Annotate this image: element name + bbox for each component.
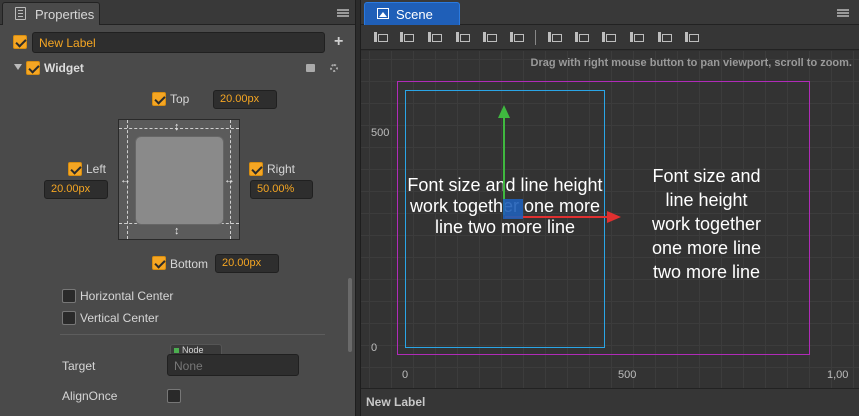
top-checkbox[interactable] xyxy=(152,92,166,106)
y-axis-label: 500 xyxy=(371,127,390,139)
scene-tabbar: Scene xyxy=(361,0,859,25)
scene-image-icon xyxy=(377,8,389,19)
move-gizmo-x-arrow-icon[interactable] xyxy=(607,211,621,223)
help-book-icon[interactable] xyxy=(306,64,315,72)
widget-enabled-checkbox[interactable] xyxy=(26,61,40,75)
properties-icon xyxy=(15,7,26,20)
label-text-overflow: Font size and line height work together … xyxy=(651,166,762,282)
horizontal-center-checkbox[interactable] xyxy=(62,289,76,303)
vertical-center-checkbox[interactable] xyxy=(62,311,76,325)
distribute-bottom-icon[interactable] xyxy=(601,30,616,44)
arrow-horizontal-icon: ↔ xyxy=(224,174,235,186)
status-bar: New Label xyxy=(361,388,859,416)
alignment-preview: ↕ ↕ ↔ ↔ xyxy=(118,119,240,240)
bottom-label: Bottom xyxy=(170,257,209,271)
align-once-checkbox[interactable] xyxy=(167,389,181,403)
gear-icon[interactable] xyxy=(330,64,338,72)
align-top-icon[interactable] xyxy=(455,30,470,44)
divider xyxy=(60,334,325,335)
selected-node-name: New Label xyxy=(366,395,426,409)
distribute-top-icon[interactable] xyxy=(547,30,562,44)
properties-tabbar: Properties xyxy=(0,0,355,25)
node-active-checkbox[interactable] xyxy=(13,35,27,49)
toolbar-separator xyxy=(535,30,536,45)
right-label: Right xyxy=(267,162,296,176)
distribute-v-center-icon[interactable] xyxy=(574,30,589,44)
target-label: Target xyxy=(62,359,96,373)
align-toolbar xyxy=(361,25,859,50)
distribute-h-center-icon[interactable] xyxy=(657,30,672,44)
arrow-vertical-icon: ↕ xyxy=(174,121,180,133)
tab-scene-label: Scene xyxy=(396,7,433,22)
alignment-preview-node xyxy=(135,136,224,225)
align-bottom-icon[interactable] xyxy=(509,30,524,44)
viewport-hint: Drag with right mouse button to pan view… xyxy=(530,57,852,69)
left-checkbox[interactable] xyxy=(68,162,82,176)
vertical-center-label: Vertical Center xyxy=(80,311,159,325)
align-left-icon[interactable] xyxy=(373,30,388,44)
align-once-label: AlignOnce xyxy=(62,389,118,403)
distribute-right-icon[interactable] xyxy=(684,30,699,44)
left-label: Left xyxy=(86,162,107,176)
x-axis-label: 500 xyxy=(618,369,637,381)
scene-panel: Scene Drag with right mouse button to pa… xyxy=(360,0,859,416)
top-value-field[interactable]: 20.00px xyxy=(213,90,277,109)
tab-scene[interactable]: Scene xyxy=(364,2,460,25)
add-component-button[interactable]: + xyxy=(334,33,343,51)
align-h-center-icon[interactable] xyxy=(399,30,414,44)
right-value-field[interactable]: 50.00% xyxy=(250,180,313,199)
properties-panel: Properties New Label + Widget Top 20.00p… xyxy=(0,0,356,416)
align-v-center-icon[interactable] xyxy=(482,30,497,44)
tab-properties-label: Properties xyxy=(35,7,95,22)
properties-scrollbar[interactable] xyxy=(348,278,352,352)
move-gizmo-center[interactable] xyxy=(503,199,523,219)
y-axis-label: 0 xyxy=(371,342,378,354)
align-right-icon[interactable] xyxy=(427,30,442,44)
widget-section-title: Widget xyxy=(44,61,84,75)
target-node-field[interactable]: None xyxy=(167,354,299,376)
arrow-horizontal-icon: ↔ xyxy=(120,174,131,186)
bottom-checkbox[interactable] xyxy=(152,256,166,270)
right-checkbox[interactable] xyxy=(249,162,263,176)
horizontal-center-label: Horizontal Center xyxy=(80,289,174,303)
scene-viewport[interactable]: Drag with right mouse button to pan view… xyxy=(361,51,859,388)
x-axis-label: 0 xyxy=(402,369,409,381)
move-gizmo-y-arrow-icon[interactable] xyxy=(498,105,510,118)
x-axis-label: 1,00 xyxy=(827,369,849,381)
bottom-value-field[interactable]: 20.00px xyxy=(215,254,279,273)
tab-properties[interactable]: Properties xyxy=(2,2,100,25)
panel-menu-icon[interactable] xyxy=(337,8,349,18)
left-value-field[interactable]: 20.00px xyxy=(44,180,108,199)
arrow-vertical-icon: ↕ xyxy=(174,225,180,237)
editor-window: Properties New Label + Widget Top 20.00p… xyxy=(0,0,859,416)
top-label: Top xyxy=(170,92,190,106)
node-name-input[interactable]: New Label xyxy=(32,32,325,53)
collapse-triangle-icon[interactable] xyxy=(14,64,22,70)
distribute-left-icon[interactable] xyxy=(629,30,644,44)
scene-menu-icon[interactable] xyxy=(837,8,849,18)
